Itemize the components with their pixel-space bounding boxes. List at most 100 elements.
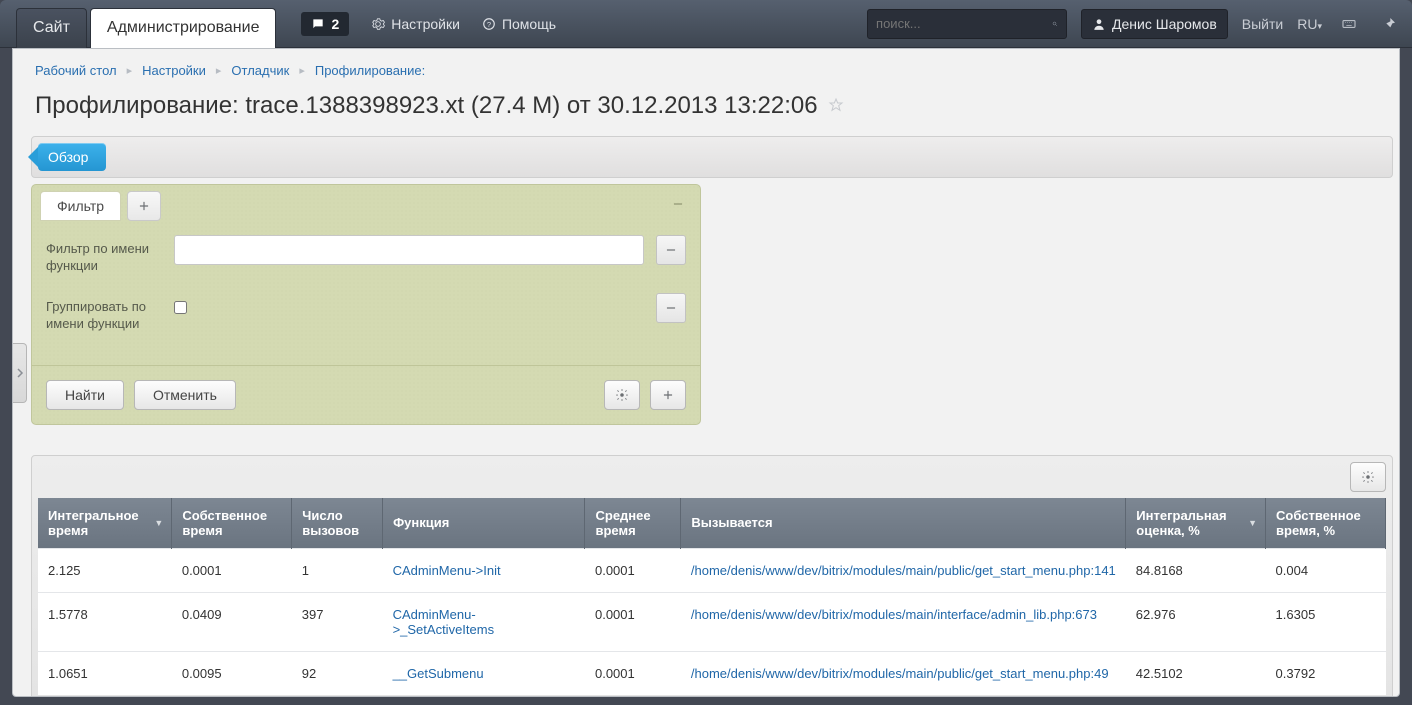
chevron-right-icon: ▸ [127,64,133,77]
crumb-desktop[interactable]: Рабочий стол [35,63,117,78]
th-function[interactable]: Функция [383,498,585,549]
settings-link[interactable]: Настройки [371,16,460,32]
cell-function: CAdminMenu->_SetActiveItems [383,592,585,651]
cell-caller: /home/denis/www/dev/bitrix/modules/main/… [681,651,1126,695]
user-menu[interactable]: Денис Шаромов [1081,9,1228,39]
gear-icon [371,17,385,31]
function-link[interactable]: CAdminMenu->_SetActiveItems [393,607,495,637]
keyboard-button[interactable] [1336,11,1362,37]
lang-switch[interactable]: RU▾ [1297,16,1322,32]
results-table: Интегральное время▼ Собственное время Чи… [38,498,1386,695]
table-row[interactable]: 2.1250.00011CAdminMenu->Init0.0001/home/… [38,548,1386,592]
cell-integral-time: 1.5778 [38,592,172,651]
remove-filter-group-button[interactable] [656,293,686,323]
function-link[interactable]: CAdminMenu->Init [393,563,501,578]
breadcrumb: Рабочий стол ▸ Настройки ▸ Отладчик ▸ Пр… [31,63,1399,78]
cell-self-pct: 1.6305 [1266,592,1386,651]
caller-link[interactable]: /home/denis/www/dev/bitrix/modules/main/… [691,666,1109,681]
svg-text:?: ? [487,19,491,28]
user-name: Денис Шаромов [1112,16,1217,32]
results-table-wrapper: Интегральное время▼ Собственное время Чи… [31,455,1393,697]
cell-calls: 397 [292,592,383,651]
gear-icon [615,388,629,402]
collapse-filter-button[interactable] [666,195,690,215]
cell-avg-time: 0.0001 [585,592,681,651]
th-integral-time[interactable]: Интегральное время▼ [38,498,172,549]
cell-integral-pct: 84.8168 [1126,548,1266,592]
sort-indicator-icon: ▼ [1248,518,1257,528]
cell-avg-time: 0.0001 [585,651,681,695]
cell-self-pct: 0.3792 [1266,651,1386,695]
cell-self-time: 0.0095 [172,651,292,695]
cell-integral-pct: 42.5102 [1126,651,1266,695]
caller-link[interactable]: /home/denis/www/dev/bitrix/modules/main/… [691,607,1097,622]
chevron-right-icon: ▸ [216,64,222,77]
cell-self-pct: 0.004 [1266,548,1386,592]
add-filter-tab-button[interactable] [127,191,161,221]
filter-by-name-label: Фильтр по имени функции [46,235,162,275]
chevron-right-icon [16,368,24,378]
notifications-badge[interactable]: 2 [301,12,349,36]
filter-by-name-input[interactable] [174,235,644,265]
table-row[interactable]: 1.57780.0409397 CAdminMenu->_SetActiveIte… [38,592,1386,651]
th-integral-pct[interactable]: Интегральная оценка, %▼ [1126,498,1266,549]
th-avg-time[interactable]: Среднее время [585,498,681,549]
help-icon: ? [482,17,496,31]
tab-admin[interactable]: Администрирование [90,8,277,48]
group-by-name-checkbox[interactable] [174,301,187,314]
gear-icon [1361,470,1375,484]
cancel-button[interactable]: Отменить [134,380,236,410]
filter-settings-button[interactable] [604,380,640,410]
search-icon [1052,17,1058,31]
crumb-profiling[interactable]: Профилирование: [315,63,425,78]
crumb-settings[interactable]: Настройки [142,63,206,78]
overview-button[interactable]: Обзор [38,143,106,171]
topbar: Сайт Администрирование 2 Настройки ? Пом… [0,0,1412,48]
cell-caller: /home/denis/www/dev/bitrix/modules/main/… [681,592,1126,651]
minus-icon [664,243,678,257]
chevron-right-icon: ▸ [299,64,305,77]
page-title: Профилирование: trace.1388398923.xt (27.… [31,78,1399,136]
minus-icon [671,197,685,211]
favorite-toggle[interactable] [828,92,844,120]
help-link[interactable]: ? Помощь [482,16,556,32]
th-self-time[interactable]: Собственное время [172,498,292,549]
table-row[interactable]: 1.06510.009592__GetSubmenu0.0001/home/de… [38,651,1386,695]
table-settings-button[interactable] [1350,462,1386,492]
chat-icon [311,17,325,31]
search-input[interactable] [876,16,1052,31]
user-icon [1092,17,1106,31]
tab-site[interactable]: Сайт [16,8,87,48]
sort-indicator-icon: ▼ [154,518,163,528]
keyboard-icon [1341,16,1357,32]
function-link[interactable]: __GetSubmenu [393,666,484,681]
star-icon [828,97,844,113]
crumb-debugger[interactable]: Отладчик [231,63,289,78]
th-self-pct[interactable]: Собственное время, % [1266,498,1386,549]
th-calls[interactable]: Число вызовов [292,498,383,549]
pin-button[interactable] [1376,11,1402,37]
help-label: Помощь [502,16,556,32]
settings-label: Настройки [391,16,460,32]
remove-filter-name-button[interactable] [656,235,686,265]
logout-link[interactable]: Выйти [1242,16,1283,32]
caller-link[interactable]: /home/denis/www/dev/bitrix/modules/main/… [691,563,1116,578]
sidebar-toggle[interactable] [13,343,27,403]
filter-panel: Фильтр Фильтр по имени функции Группиров [31,184,701,425]
cell-avg-time: 0.0001 [585,548,681,592]
add-condition-button[interactable] [650,380,686,410]
group-by-name-label: Группировать по имени функции [46,293,162,333]
cell-caller: /home/denis/www/dev/bitrix/modules/main/… [681,548,1126,592]
plus-icon [661,388,675,402]
th-caller[interactable]: Вызывается [681,498,1126,549]
cell-self-time: 0.0409 [172,592,292,651]
filter-tab[interactable]: Фильтр [40,191,121,221]
plus-icon [137,199,151,213]
cell-calls: 1 [292,548,383,592]
global-search[interactable] [867,9,1067,39]
find-button[interactable]: Найти [46,380,124,410]
cell-function: CAdminMenu->Init [383,548,585,592]
cell-integral-pct: 62.976 [1126,592,1266,651]
cell-integral-time: 2.125 [38,548,172,592]
notification-count: 2 [331,16,339,32]
